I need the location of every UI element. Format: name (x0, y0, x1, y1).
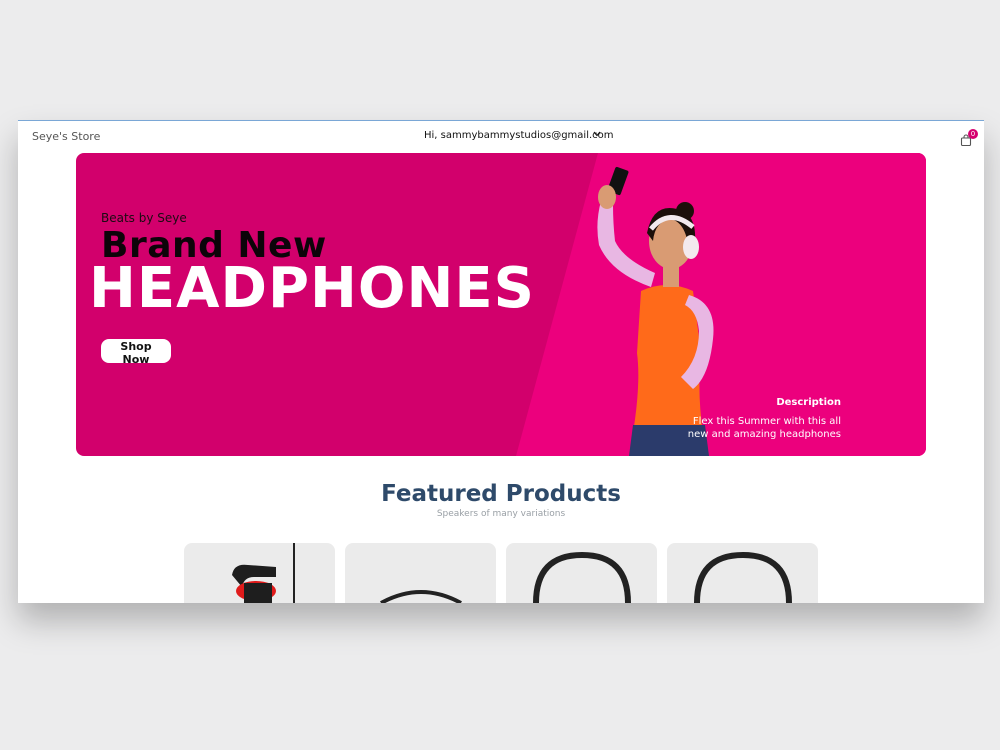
product-image (694, 551, 792, 603)
description-title: Description (776, 397, 841, 408)
chevron-down-icon[interactable] (592, 129, 602, 142)
product-card[interactable] (506, 543, 657, 603)
product-card[interactable] (345, 543, 496, 603)
cart-count-badge: 0 (968, 129, 978, 139)
featured-products-title: Featured Products (381, 481, 621, 507)
store-logo[interactable]: Seye's Store (32, 130, 100, 143)
hero-headline: HEADPHONES (89, 256, 535, 321)
hero-kicker: Beats by Seye (101, 211, 187, 225)
shop-now-button[interactable]: Shop Now (101, 339, 171, 366)
description-text: Flex this Summer with this all new and a… (687, 416, 841, 440)
hero-model-image (597, 166, 714, 456)
product-image (533, 551, 631, 603)
top-nav: Seye's Store Hi, sammybammystudios@gmail… (18, 121, 984, 151)
browser-window: Seye's Store Hi, sammybammystudios@gmail… (18, 120, 984, 603)
product-image (232, 543, 295, 603)
product-card[interactable] (184, 543, 335, 603)
product-image (380, 590, 462, 603)
hero-banner: Beats by Seye Brand New HEADPHONES Shop … (76, 153, 926, 456)
product-card[interactable] (667, 543, 818, 603)
user-greeting[interactable]: Hi, sammybammystudios@gmail.com (424, 130, 614, 141)
featured-products-subtitle: Speakers of many variations (436, 509, 566, 519)
